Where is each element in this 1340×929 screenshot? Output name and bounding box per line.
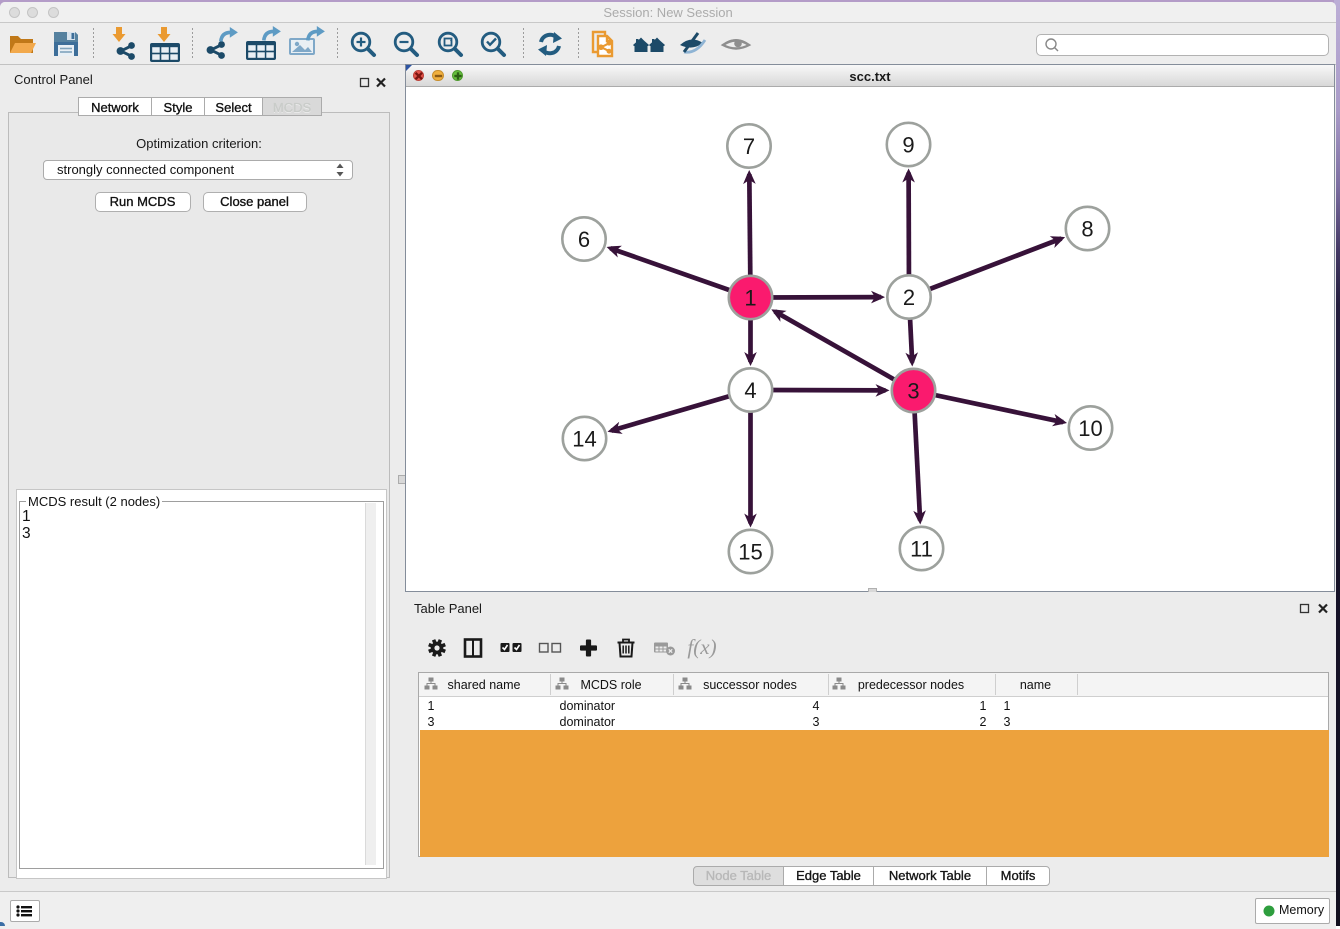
svg-text:10: 10 [1078,416,1102,441]
svg-text:11: 11 [910,537,933,562]
svg-text:7: 7 [743,134,755,159]
svg-text:3: 3 [907,379,919,404]
svg-text:8: 8 [1081,217,1093,242]
svg-text:6: 6 [578,227,590,252]
svg-text:1: 1 [744,286,756,311]
svg-text:2: 2 [903,285,915,310]
svg-text:15: 15 [738,540,762,565]
svg-text:f(x): f(x) [687,635,716,659]
svg-text:4: 4 [744,378,756,403]
svg-text:14: 14 [572,427,596,452]
svg-text:9: 9 [902,133,914,158]
